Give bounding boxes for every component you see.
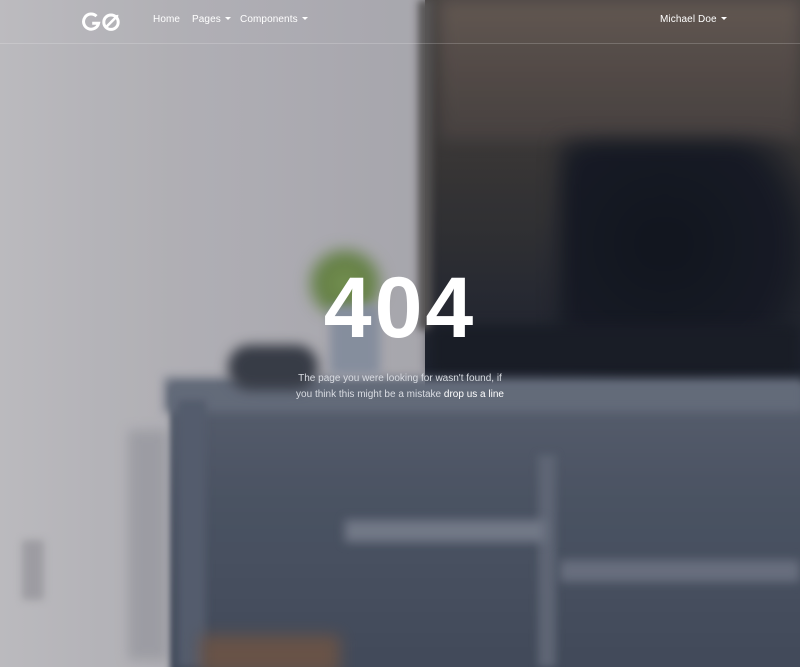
error-content: 404 The page you were looking for wasn't… [0,258,800,403]
error-message-line2: you think this might be a mistake drop u… [0,387,800,403]
error-message-line1: The page you were looking for wasn't fou… [298,373,502,384]
nav-link-label: Home [153,14,181,25]
nav-link-label: Components [240,14,298,25]
contact-link[interactable]: drop us a line [444,389,504,400]
go-logo-icon [82,12,120,31]
user-name: Michael Doe [660,14,717,25]
caret-down-icon [301,16,308,20]
brand-logo-link[interactable] [82,10,122,34]
nav-link-components[interactable]: Components [240,14,308,25]
nav-link-home[interactable]: Home [153,14,180,25]
caret-down-icon [720,16,727,20]
error-code: 404 [323,260,477,356]
nav-link-label: Pages [192,14,221,25]
top-navbar: Home Pages Components Michael Doe [0,0,800,44]
error-page: Home Pages Components Michael Doe 404 Th… [0,0,800,667]
error-message: The page you were looking for wasn't fou… [0,371,800,403]
error-message-text: you think this might be a mistake [296,389,442,400]
user-menu[interactable]: Michael Doe [660,14,727,25]
caret-down-icon [224,16,231,20]
nav-link-pages[interactable]: Pages [192,14,231,25]
